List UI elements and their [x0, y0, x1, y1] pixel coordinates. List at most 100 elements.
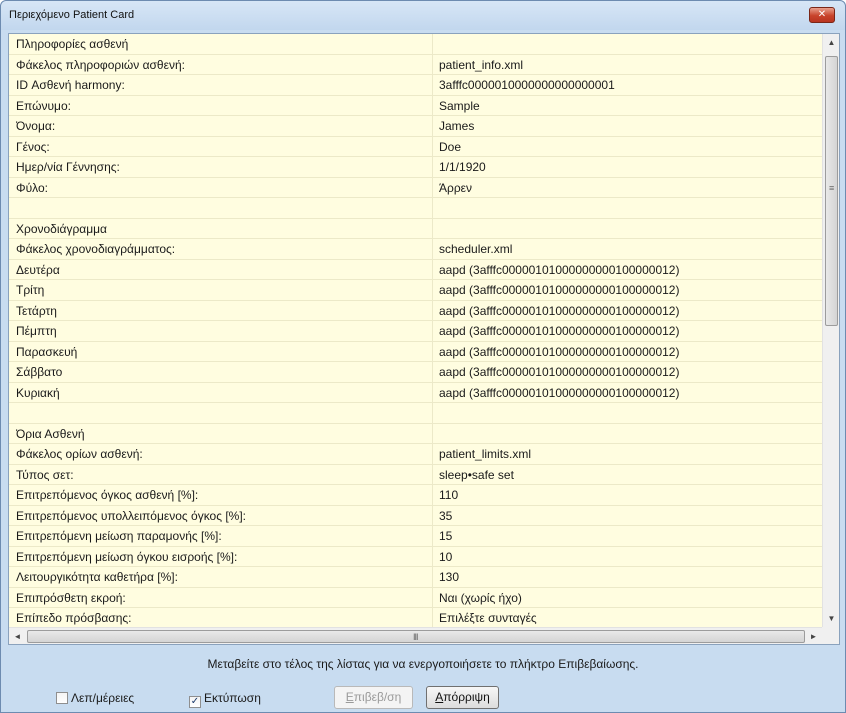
property-name: Επώνυμο: — [16, 98, 71, 113]
property-value: Sample — [432, 95, 820, 116]
property-name: Πέμπτη — [16, 324, 57, 338]
property-name: Ημερ/νία Γέννησης: — [16, 160, 120, 174]
table-row[interactable]: Όνομα: James — [9, 116, 822, 137]
print-checkbox[interactable]: ✓ Εκτύπωση — [189, 690, 261, 708]
property-value: aapd (3afffc00000101000000000100000012) — [432, 280, 820, 300]
table-row[interactable]: Τετάρτη aapd (3afffc000001010000000001000… — [9, 300, 822, 321]
scroll-left-icon[interactable]: ◄ — [9, 628, 26, 645]
horizontal-scroll-thumb[interactable]: III — [27, 630, 805, 643]
confirm-button[interactable]: Επιβεβ/ση — [334, 686, 413, 709]
table-row[interactable]: Επίπεδο πρόσβασης: Επιλέξτε συνταγές — [9, 608, 822, 627]
property-name: Πληροφορίες ασθενή — [16, 37, 129, 51]
scroll-down-icon[interactable]: ▼ — [823, 610, 840, 627]
property-name — [16, 198, 426, 218]
property-name: Φάκελος χρονοδιαγράμματος: — [16, 242, 176, 256]
property-name: Τρίτη — [16, 283, 45, 297]
table-row[interactable]: Επιτρεπόμενος όγκος ασθενή [%]: 110 — [9, 485, 822, 506]
property-value — [432, 423, 820, 444]
table-row[interactable]: Φάκελος πληροφοριών ασθενή: patient_info.… — [9, 54, 822, 75]
property-value: aapd (3afffc00000101000000000100000012) — [432, 362, 820, 382]
vertical-scrollbar[interactable]: ▲ ≡ ▼ — [822, 34, 839, 627]
table-row[interactable]: Επιτρεπόμενη μείωση παραμονής [%]: 15 — [9, 526, 822, 547]
property-name: Σάββατο — [16, 365, 63, 379]
reject-button[interactable]: Απόρριψη — [426, 686, 499, 709]
property-name: Επιτρεπόμενος υπολλειπόμενος όγκος [%]: — [16, 508, 247, 523]
window-title: Περιεχόμενο Patient Card — [9, 9, 135, 21]
property-name: Επιτρεπόμενη μείωση παραμονής [%]: — [16, 529, 222, 543]
table-row[interactable]: Τρίτη aapd (3afffc00000101000000000100000… — [9, 280, 822, 301]
property-name: Χρονοδιάγραμμα — [16, 221, 107, 236]
table-row[interactable]: Παρασκευή aapd (3afffc0000010100000000010… — [9, 341, 822, 362]
print-label: Εκτύπωση — [204, 691, 261, 705]
property-name: ID Ασθενή harmony: — [16, 78, 125, 92]
table-row[interactable]: Επώνυμο: Sample — [9, 95, 822, 116]
table-row[interactable]: Επιτρεπόμενος υπολλειπόμενος όγκος [%]: 3… — [9, 505, 822, 526]
table-row[interactable]: Γένος: Doe — [9, 136, 822, 157]
table-row[interactable]: Επιτρεπόμενη μείωση όγκου εισροής [%]: 10 — [9, 546, 822, 567]
property-name: Κυριακή — [16, 385, 60, 400]
horizontal-scrollbar[interactable]: ◄ III ► — [9, 627, 822, 644]
scroll-up-icon[interactable]: ▲ — [823, 34, 840, 51]
confirm-label: πιβεβ/ση — [353, 690, 402, 704]
property-name: Λειτουργικότητα καθετήρα [%]: — [16, 570, 178, 584]
table-row[interactable]: Φύλο: Άρρεν — [9, 177, 822, 198]
property-value: 130 — [432, 567, 820, 587]
checkbox-box[interactable] — [56, 692, 68, 704]
property-name: Επιπρόσθετη εκροή: — [16, 590, 126, 605]
property-value: Doe — [432, 136, 820, 157]
table-row[interactable]: Πέμπτη aapd (3afffc0000010100000000010000… — [9, 321, 822, 342]
property-grid: Πληροφορίες ασθενή Φάκελος πληροφοριών ασ… — [9, 34, 822, 627]
table-row[interactable]: Χρονοδιάγραμμα — [9, 218, 822, 239]
property-value: aapd (3afffc00000101000000000100000012) — [432, 321, 820, 341]
patient-card-list: Πληροφορίες ασθενή Φάκελος πληροφοριών ασ… — [8, 33, 840, 645]
property-name: Τετάρτη — [16, 303, 57, 318]
table-row[interactable]: ID Ασθενή harmony: 3afffc0000010000000000… — [9, 75, 822, 96]
property-name: Επιτρεπόμενη μείωση όγκου εισροής [%]: — [16, 549, 238, 564]
property-value: sleep•safe set — [432, 464, 820, 485]
table-row[interactable]: Όρια Ασθενή — [9, 423, 822, 444]
table-row[interactable]: Λειτουργικότητα καθετήρα [%]: 130 — [9, 567, 822, 588]
table-row[interactable]: Φάκελος χρονοδιαγράμματος: scheduler.xml — [9, 239, 822, 260]
property-name: Παρασκευή — [16, 344, 78, 359]
table-row[interactable]: Κυριακή aapd (3afffc000001010000000001000… — [9, 382, 822, 403]
property-value: patient_info.xml — [432, 54, 820, 75]
property-value: 10 — [432, 546, 820, 567]
property-value — [432, 198, 820, 218]
table-row[interactable]: Δευτέρα aapd (3afffc000001010000000001000… — [9, 259, 822, 280]
property-value: 3afffc0000010000000000000001 — [432, 75, 820, 95]
property-name: Φάκελος πληροφοριών ασθενή: — [16, 57, 185, 72]
table-row[interactable] — [9, 403, 822, 424]
property-value: aapd (3afffc00000101000000000100000012) — [432, 300, 820, 321]
property-name: Όρια Ασθενή — [16, 426, 85, 441]
accelerator-key: Ε — [345, 690, 354, 704]
close-button[interactable]: ✕ — [809, 7, 835, 23]
property-value: Άρρεν — [432, 177, 820, 198]
table-row[interactable]: Πληροφορίες ασθενή — [9, 34, 822, 55]
vertical-scroll-thumb[interactable]: ≡ — [825, 56, 838, 326]
property-value: aapd (3afffc00000101000000000100000012) — [432, 382, 820, 403]
property-value: 110 — [432, 485, 820, 505]
table-row[interactable]: Επιπρόσθετη εκροή: Ναι (χωρίς ήχο) — [9, 587, 822, 608]
property-name: Επίπεδο πρόσβασης: — [16, 611, 132, 625]
property-value: scheduler.xml — [432, 239, 820, 259]
property-name: Γένος: — [16, 139, 50, 154]
table-row[interactable]: Σάββατο aapd (3afffc000001010000000001000… — [9, 362, 822, 383]
table-row[interactable]: Ημερ/νία Γέννησης: 1/1/1920 — [9, 157, 822, 178]
title-bar[interactable]: Περιεχόμενο Patient Card ✕ — [1, 1, 845, 30]
table-row[interactable]: Τύπος σετ: sleep•safe set — [9, 464, 822, 485]
patient-card-window: Περιεχόμενο Patient Card ✕ Πληροφορίες α… — [0, 0, 846, 713]
table-row[interactable] — [9, 198, 822, 219]
property-name — [16, 403, 426, 423]
property-value: aapd (3afffc00000101000000000100000012) — [432, 259, 820, 280]
scroll-right-icon[interactable]: ► — [805, 628, 822, 645]
property-value: Ναι (χωρίς ήχο) — [432, 587, 820, 608]
close-icon: ✕ — [817, 9, 827, 20]
details-checkbox[interactable]: Λεπ/μέρειες — [56, 690, 134, 706]
property-value: 1/1/1920 — [432, 157, 820, 177]
property-name: Όνομα: — [16, 119, 56, 133]
checkbox-box[interactable]: ✓ — [189, 696, 201, 708]
property-value: 35 — [432, 505, 820, 526]
property-name: Δευτέρα — [16, 262, 60, 277]
scroll-to-end-message: Μεταβείτε στο τέλος της λίστας για να εν… — [207, 657, 639, 671]
table-row[interactable]: Φάκελος ορίων ασθενή: patient_limits.xml — [9, 444, 822, 465]
